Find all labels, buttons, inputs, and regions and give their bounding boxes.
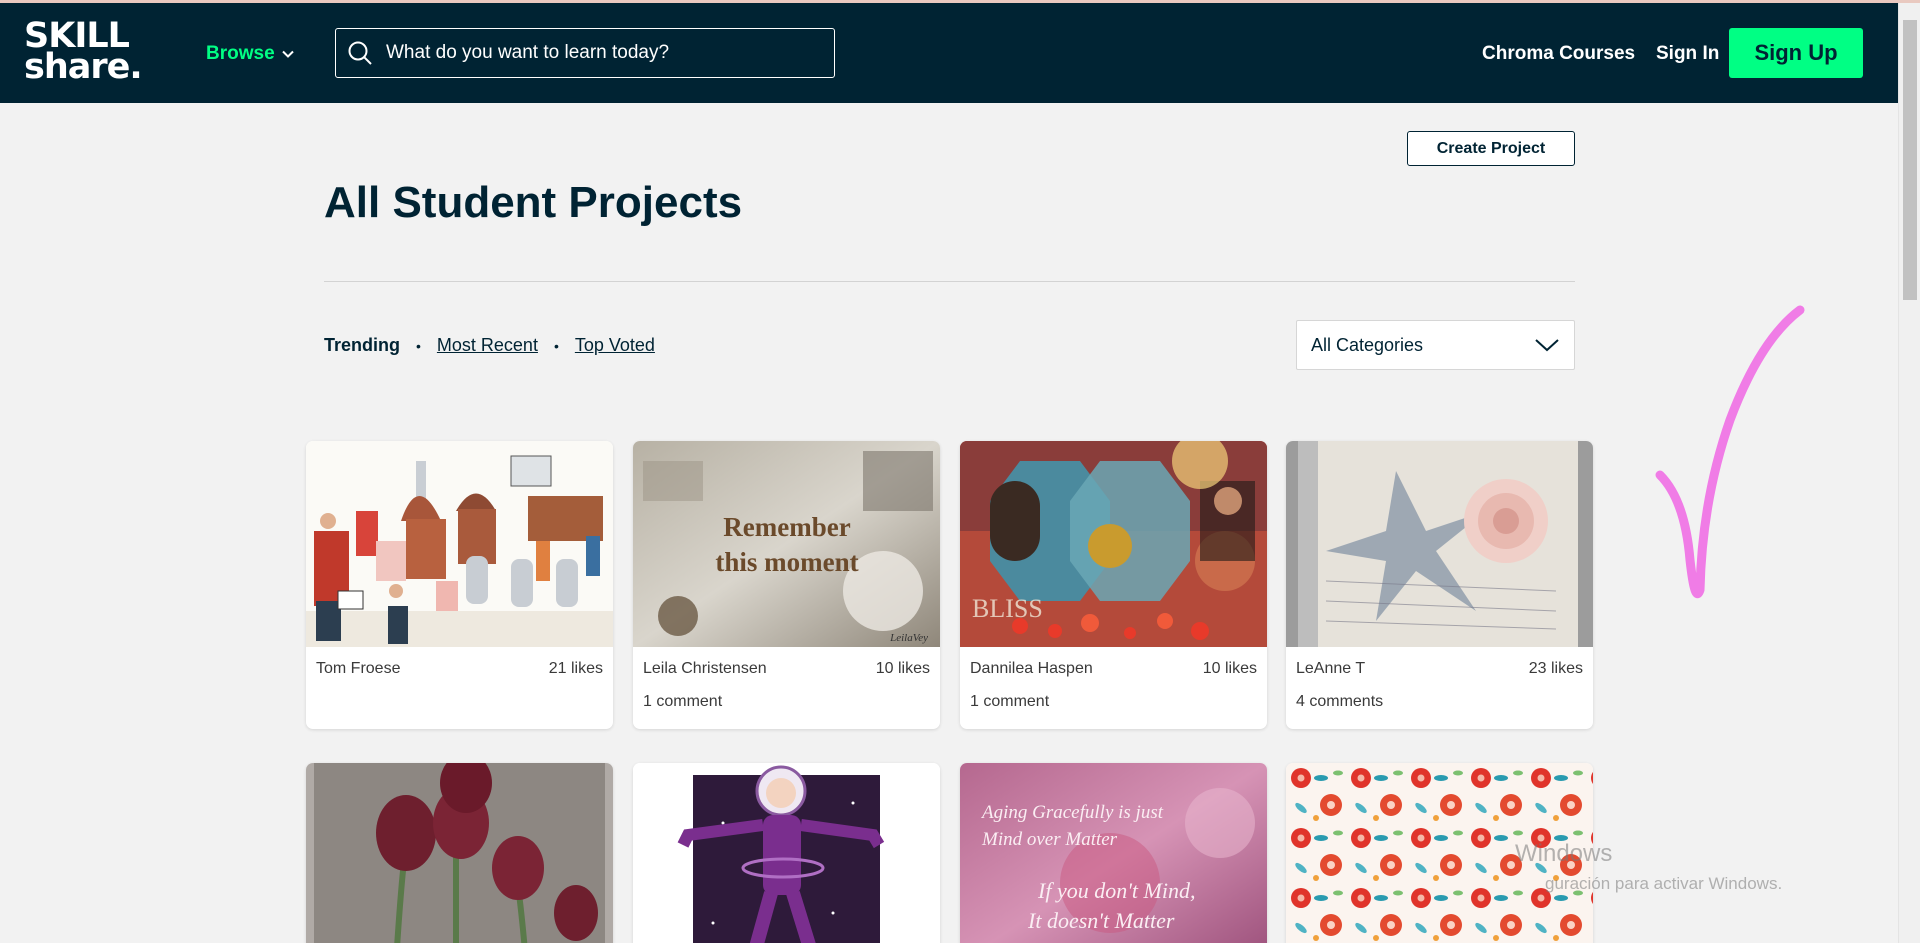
aging-gracefully-image: Aging Gracefully is just Mind over Matte… xyxy=(960,763,1267,943)
search-icon xyxy=(348,41,372,65)
chevron-down-icon xyxy=(281,50,294,58)
project-card[interactable]: Tom Froese 21 likes xyxy=(306,441,613,729)
sort-top-voted[interactable]: Top Voted xyxy=(575,335,655,356)
project-thumbnail[interactable] xyxy=(306,441,613,647)
category-dropdown-value: All Categories xyxy=(1311,334,1424,355)
thumbnail-text: this moment xyxy=(715,547,858,577)
project-card[interactable]: BLISS Dannilea Haspen 10 likes 1 comment xyxy=(960,441,1267,729)
browse-label: Browse xyxy=(206,43,275,64)
sign-in-link[interactable]: Sign In xyxy=(1656,43,1719,65)
project-author[interactable]: Leila Christensen xyxy=(643,660,767,678)
category-dropdown[interactable]: All Categories xyxy=(1296,320,1575,370)
chevron-down-icon xyxy=(1535,339,1559,352)
project-meta: Dannilea Haspen 10 likes 1 comment xyxy=(960,647,1267,729)
tulips-image xyxy=(306,763,613,943)
windows-activation-text: guración para activar Windows. xyxy=(1545,874,1783,893)
vintage-collage-image: Remember this moment LeilaVey xyxy=(633,441,940,647)
project-author[interactable]: Dannilea Haspen xyxy=(970,660,1093,678)
scrollbar-thumb[interactable] xyxy=(1903,20,1917,300)
project-comments[interactable]: 1 comment xyxy=(970,693,1049,711)
create-project-button[interactable]: Create Project xyxy=(1407,131,1575,166)
sort-separator: • xyxy=(416,337,421,354)
project-likes: 10 likes xyxy=(1202,660,1257,677)
project-likes: 21 likes xyxy=(548,660,603,677)
thumbnail-text: Aging Gracefully is just xyxy=(980,802,1164,823)
top-navigation: SKILL share. Browse Chroma Courses Sign … xyxy=(0,3,1898,103)
skillshare-logo[interactable]: SKILL share. xyxy=(24,19,143,87)
rose-collage-image xyxy=(1286,441,1593,647)
pink-checkmark-annotation xyxy=(1655,305,1805,599)
thumbnail-text: Remember xyxy=(723,512,850,542)
thumbnail-signature: LeilaVey xyxy=(889,632,928,644)
project-thumbnail[interactable] xyxy=(1286,441,1593,647)
search-input[interactable] xyxy=(386,42,806,64)
sort-separator: • xyxy=(553,337,559,354)
project-card[interactable]: Aging Gracefully is just Mind over Matte… xyxy=(960,763,1267,943)
project-thumbnail[interactable]: Remember this moment LeilaVey xyxy=(633,441,940,647)
project-likes: 23 likes xyxy=(1528,660,1583,677)
sign-up-button[interactable]: Sign Up xyxy=(1729,28,1863,78)
header-divider xyxy=(324,281,1575,282)
project-meta: Leila Christensen 10 likes 1 comment xyxy=(633,647,940,729)
project-card[interactable] xyxy=(633,763,940,943)
search-bar[interactable] xyxy=(335,28,835,78)
sort-most-recent[interactable]: Most Recent xyxy=(437,335,538,356)
space-girl-illustration xyxy=(633,763,940,943)
project-meta: Tom Froese 21 likes xyxy=(306,647,613,729)
brewery-illustration xyxy=(306,441,613,647)
bliss-collage-image: BLISS xyxy=(960,441,1267,647)
sort-tabs: Trending • Most Recent • Top Voted xyxy=(324,335,655,356)
thumbnail-text: It doesn't Matter xyxy=(1027,908,1175,933)
project-comments[interactable]: 4 comments xyxy=(1296,693,1383,711)
project-author[interactable]: Tom Froese xyxy=(316,660,400,678)
project-author[interactable]: LeAnne T xyxy=(1296,660,1365,678)
project-meta: LeAnne T 23 likes 4 comments xyxy=(1286,647,1593,729)
project-thumbnail[interactable] xyxy=(306,763,613,943)
project-thumbnail[interactable]: BLISS xyxy=(960,441,1267,647)
project-thumbnail[interactable]: Aging Gracefully is just Mind over Matte… xyxy=(960,763,1267,943)
thumbnail-text: If you don't Mind, xyxy=(1037,878,1195,903)
browse-menu[interactable]: Browse xyxy=(206,43,295,65)
chroma-courses-link[interactable]: Chroma Courses xyxy=(1482,43,1635,65)
sort-trending[interactable]: Trending xyxy=(324,335,400,356)
thumbnail-text: Mind over Matter xyxy=(981,829,1118,850)
project-thumbnail[interactable] xyxy=(633,763,940,943)
page-scrollbar[interactable] xyxy=(1898,3,1920,943)
project-comments[interactable]: 1 comment xyxy=(643,693,722,711)
logo-line-2: share. xyxy=(24,47,143,87)
windows-activation-title: Windows xyxy=(1515,840,1613,867)
thumbnail-text: BLISS xyxy=(972,594,1043,623)
page-title: All Student Projects xyxy=(324,178,743,227)
project-card[interactable]: Remember this moment LeilaVey Leila Chri… xyxy=(633,441,940,729)
project-likes: 10 likes xyxy=(875,660,930,677)
project-card[interactable]: LeAnne T 23 likes 4 comments xyxy=(1286,441,1593,729)
project-card[interactable] xyxy=(306,763,613,943)
